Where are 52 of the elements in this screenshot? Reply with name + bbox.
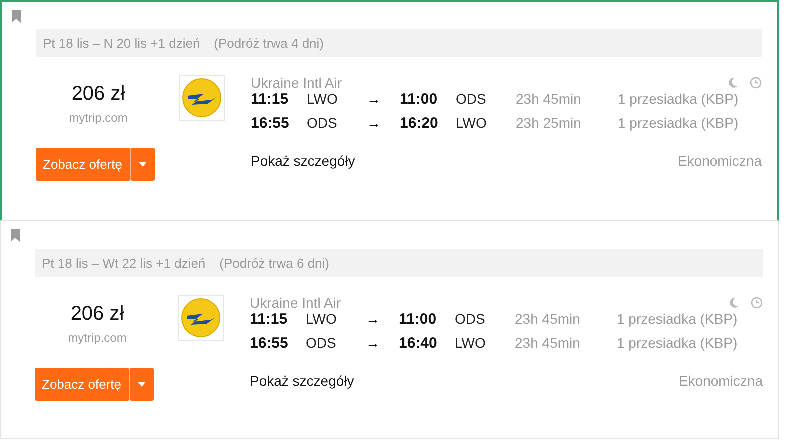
bookmark-icon[interactable]	[12, 10, 21, 23]
caret-icon	[138, 382, 146, 387]
clock-icon	[751, 297, 763, 309]
dropdown-button[interactable]	[130, 368, 154, 401]
airport-code: LWO	[456, 115, 488, 131]
clock-icon	[750, 77, 762, 89]
airport-code: ODS	[306, 335, 338, 351]
airline-name: Ukraine Intl Air	[251, 75, 342, 91]
details-link[interactable]: Pokaż szczegóły	[250, 373, 354, 389]
stops-info: 1 przesiadka (KBP)	[618, 91, 739, 107]
dropdown-button[interactable]	[130, 148, 154, 181]
arrival-time: 11:00	[400, 91, 439, 108]
trip-length: (Podróż trwa 4 dni)	[214, 36, 324, 50]
moon-icon	[727, 77, 739, 89]
arrow-icon: →	[366, 335, 399, 351]
site-name: mytrip.com	[69, 111, 128, 125]
cabin-class: Ekonomiczna	[678, 373, 763, 389]
airport-code: LWO	[306, 311, 338, 327]
trip-dates: Pt 18 lis – Wt 22 lis +1 dzień	[42, 256, 206, 270]
flight-duration: 23h 45min	[515, 311, 582, 327]
stops-info: 1 przesiadka (KBP)	[617, 335, 738, 351]
moon-icon	[728, 297, 740, 309]
cabin-class: Ekonomiczna	[678, 153, 762, 169]
price: 206 zł	[70, 303, 124, 326]
price: 206 zł	[72, 83, 126, 106]
airport-code: ODS	[455, 311, 486, 327]
airport-code: LWO	[455, 335, 487, 351]
airport-code: LWO	[307, 91, 339, 107]
stops-info: 1 przesiadka (KBP)	[617, 311, 738, 327]
details-link[interactable]: Pokaż szczegóły	[251, 153, 356, 169]
airport-code: ODS	[307, 115, 338, 131]
arrow-icon: →	[367, 91, 400, 107]
departure-time: 11:15	[250, 311, 289, 328]
flight-duration: 23h 25min	[516, 115, 582, 131]
arrow-icon: →	[366, 311, 399, 327]
departure-time: 16:55	[251, 115, 290, 132]
departure-time: 16:55	[250, 335, 290, 352]
arrow-icon: →	[367, 115, 400, 131]
arrival-time: 11:00	[399, 311, 438, 328]
arrival-time: 16:20	[400, 115, 440, 132]
site-name: mytrip.com	[68, 331, 127, 345]
flight-duration: 23h 45min	[515, 335, 582, 351]
trip-length: (Podróż trwa 6 dni)	[220, 256, 330, 270]
stops-info: 1 przesiadka (KBP)	[618, 115, 739, 131]
flight-duration: 23h 45min	[516, 91, 582, 107]
airport-code: ODS	[456, 91, 488, 107]
airline-name: Ukraine Intl Air	[250, 295, 342, 311]
trip-dates: Pt 18 lis – N 20 lis +1 dzień	[43, 36, 200, 50]
bookmark-icon[interactable]	[11, 229, 20, 242]
arrival-time: 16:40	[399, 335, 438, 352]
departure-time: 11:15	[251, 91, 290, 108]
caret-icon	[138, 162, 146, 167]
